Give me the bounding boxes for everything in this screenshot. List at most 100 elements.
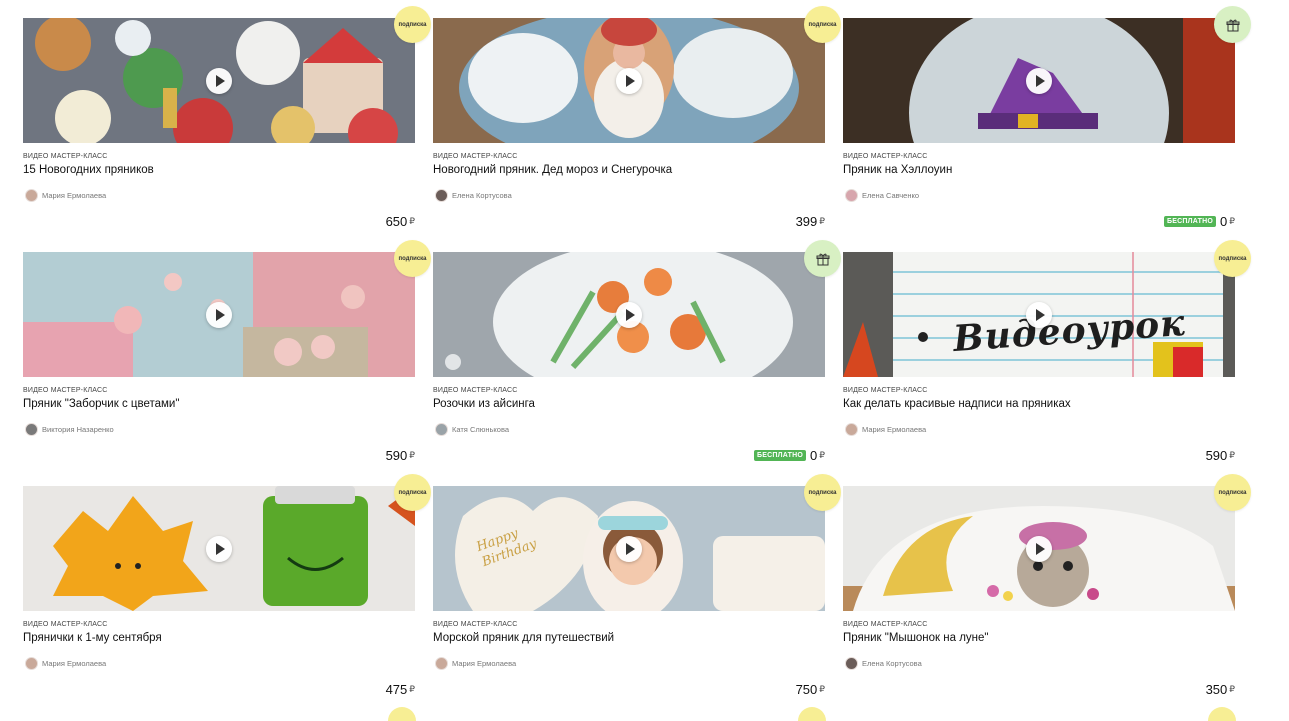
course-title[interactable]: Пряник "Мышонок на луне" (843, 632, 989, 644)
gift-badge[interactable] (1214, 6, 1251, 43)
price-value: 750 (795, 682, 818, 697)
price-value: 0 (810, 448, 818, 463)
course-title[interactable]: Розочки из айсинга (433, 398, 535, 410)
course-author[interactable]: Елена Савченко (845, 188, 920, 202)
course-type-label: ВИДЕО МАСТЕР-КЛАСС (433, 153, 518, 160)
course-author[interactable]: Елена Кортусова (845, 656, 922, 670)
avatar (845, 656, 858, 670)
play-icon[interactable] (206, 302, 232, 328)
subscription-badge[interactable]: подписка (394, 474, 431, 511)
subscription-badge[interactable]: подписка (1214, 474, 1251, 511)
price-value: 350 (1205, 682, 1228, 697)
course-title[interactable]: Новогодний пряник. Дед мороз и Снегурочк… (433, 164, 672, 176)
course-thumbnail[interactable] (433, 252, 825, 377)
avatar (845, 422, 858, 436)
ruble-icon: ₽ (1229, 450, 1235, 460)
price-row: 350 ₽ (1206, 682, 1235, 697)
author-name: Мария Ермолаева (452, 658, 517, 668)
ruble-icon: ₽ (409, 216, 415, 226)
ruble-icon: ₽ (1229, 216, 1235, 226)
price-row: 650 ₽ (386, 214, 415, 229)
course-type-label: ВИДЕО МАСТЕР-КЛАСС (433, 621, 518, 628)
gift-icon (1226, 19, 1239, 31)
course-author[interactable]: Мария Ермолаева (25, 656, 107, 670)
course-thumbnail[interactable] (23, 18, 415, 143)
course-thumbnail[interactable]: Видеоурок (843, 252, 1235, 377)
free-label: БЕСПЛАТНО (754, 450, 807, 461)
course-author[interactable]: Мария Ермолаева (25, 188, 107, 202)
course-thumbnail[interactable] (843, 486, 1235, 611)
play-icon[interactable] (1026, 536, 1052, 562)
course-type-label: ВИДЕО МАСТЕР-КЛАСС (843, 621, 928, 628)
author-name: Мария Ермолаева (42, 658, 107, 668)
avatar (435, 188, 448, 202)
course-author[interactable]: Мария Ермолаева (435, 656, 517, 670)
course-title[interactable]: Как делать красивые надписи на пряниках (843, 398, 1071, 410)
course-type-label: ВИДЕО МАСТЕР-КЛАСС (23, 621, 108, 628)
price-row: БЕСПЛАТНО 0 ₽ (754, 448, 825, 463)
course-author[interactable]: Катя Слюнькова (435, 422, 510, 436)
author-name: Елена Кортусова (452, 190, 512, 200)
play-icon[interactable] (616, 68, 642, 94)
course-card[interactable]: Видеоурок подписка ВИДЕО МАСТЕР-КЛАСС Ка… (843, 240, 1251, 482)
author-name: Мария Ермолаева (42, 190, 107, 200)
play-icon[interactable] (206, 536, 232, 562)
course-author[interactable]: Мария Ермолаева (845, 422, 926, 436)
course-card[interactable]: подписка ВИДЕО МАСТЕР-КЛАСС Пряник "Забо… (23, 240, 431, 482)
author-name: Катя Слюнькова (452, 424, 510, 434)
course-card[interactable]: подписка ВИДЕО МАСТЕР-КЛАСС Прянички к 1… (23, 474, 431, 716)
subscription-badge[interactable]: подписка (1214, 240, 1251, 277)
course-title[interactable]: Пряник на Хэллоуин (843, 164, 952, 176)
course-thumbnail[interactable]: Happy Birthday (433, 486, 825, 611)
ruble-icon: ₽ (819, 684, 825, 694)
course-author[interactable]: Виктория Назаренко (25, 422, 114, 436)
subscription-badge[interactable]: подписка (394, 6, 431, 43)
price-row: 590 ₽ (1206, 448, 1235, 463)
course-grid: подписка ВИДЕО МАСТЕР-КЛАСС 15 Новогодни… (0, 0, 1289, 721)
free-label: БЕСПЛАТНО (1164, 216, 1217, 227)
price-value: 590 (1205, 448, 1228, 463)
course-card[interactable]: Happy Birthday подписка ВИДЕО МАСТЕР-КЛА… (433, 474, 841, 716)
play-icon[interactable] (1026, 302, 1052, 328)
price-row: 590 ₽ (386, 448, 415, 463)
author-name: Елена Савченко (862, 190, 920, 200)
course-type-label: ВИДЕО МАСТЕР-КЛАСС (433, 387, 518, 394)
course-title[interactable]: Прянички к 1-му сентября (23, 632, 162, 644)
ruble-icon: ₽ (1229, 684, 1235, 694)
subscription-badge[interactable]: подписка (804, 6, 841, 43)
play-icon[interactable] (206, 68, 232, 94)
subscription-badge[interactable]: подписка (394, 240, 431, 277)
course-thumbnail[interactable] (843, 18, 1235, 143)
course-type-label: ВИДЕО МАСТЕР-КЛАСС (843, 387, 928, 394)
avatar (435, 656, 448, 670)
avatar (25, 422, 38, 436)
course-card[interactable]: подписка ВИДЕО МАСТЕР-КЛАСС Пряник "Мышо… (843, 474, 1251, 716)
course-title[interactable]: 15 Новогодних пряников (23, 164, 154, 176)
price-row: 475 ₽ (386, 682, 415, 697)
course-card[interactable]: подписка ВИДЕО МАСТЕР-КЛАСС Новогодний п… (433, 6, 841, 248)
play-icon[interactable] (616, 536, 642, 562)
author-name: Елена Кортусова (862, 658, 922, 668)
avatar (845, 188, 858, 202)
price-value: 590 (385, 448, 408, 463)
course-type-label: ВИДЕО МАСТЕР-КЛАСС (23, 387, 108, 394)
course-thumbnail[interactable] (23, 252, 415, 377)
ruble-icon: ₽ (409, 450, 415, 460)
avatar (435, 422, 448, 436)
course-author[interactable]: Елена Кортусова (435, 188, 512, 202)
course-thumbnail[interactable] (433, 18, 825, 143)
course-title[interactable]: Морской пряник для путешествий (433, 632, 614, 644)
play-icon[interactable] (616, 302, 642, 328)
ruble-icon: ₽ (409, 684, 415, 694)
subscription-badge[interactable]: подписка (804, 474, 841, 511)
course-type-label: ВИДЕО МАСТЕР-КЛАСС (23, 153, 108, 160)
course-thumbnail[interactable] (23, 486, 415, 611)
course-card[interactable]: подписка ВИДЕО МАСТЕР-КЛАСС 15 Новогодни… (23, 6, 431, 248)
course-card[interactable]: ВИДЕО МАСТЕР-КЛАСС Розочки из айсинга Ка… (433, 240, 841, 482)
course-card[interactable]: ВИДЕО МАСТЕР-КЛАСС Пряник на Хэллоуин Ел… (843, 6, 1251, 248)
course-title[interactable]: Пряник "Заборчик с цветами" (23, 398, 179, 410)
play-icon[interactable] (1026, 68, 1052, 94)
gift-badge[interactable] (804, 240, 841, 277)
price-row: 750 ₽ (796, 682, 825, 697)
ruble-icon: ₽ (819, 450, 825, 460)
